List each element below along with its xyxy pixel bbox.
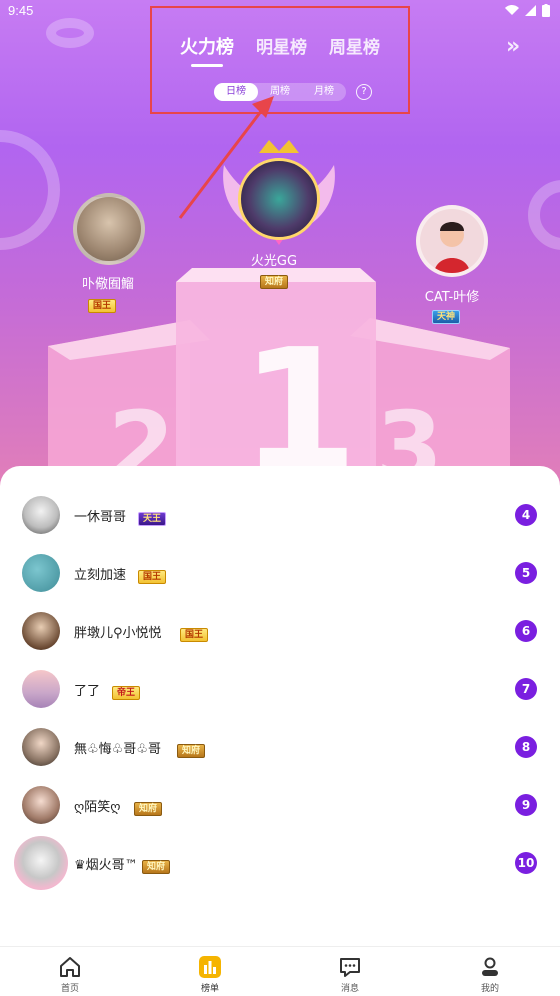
ranking-row[interactable]: 一休哥哥 天王 4 — [0, 486, 560, 544]
podium-rank-1: 1 — [240, 313, 358, 490]
avatar-rank-1[interactable] — [238, 158, 320, 240]
badge-wrap: 天王 — [138, 506, 167, 526]
rank-3-badge-wrap: 天神 — [432, 304, 461, 324]
avatar-rank-2[interactable] — [73, 193, 145, 265]
tab-daily[interactable]: 日榜 — [214, 83, 258, 101]
level-badge: 知府 — [142, 860, 171, 874]
rank-number: 5 — [515, 562, 537, 584]
rank-3-name: CAT-叶修 — [424, 290, 480, 305]
level-badge: 国王 — [180, 628, 209, 642]
nav-label: 榜单 — [200, 984, 219, 994]
user-name: ♛烟火哥™ — [74, 858, 138, 873]
level-badge: 国王 — [138, 570, 167, 584]
rank-number: 7 — [515, 678, 537, 700]
ranking-row[interactable]: ♛烟火哥™ 知府 10 — [0, 834, 560, 892]
message-icon — [340, 958, 360, 977]
badge-wrap: 国王 — [138, 564, 167, 584]
rank-number: 6 — [515, 620, 537, 642]
nav-messages[interactable]: 消息 — [280, 947, 420, 996]
level-badge: 知府 — [177, 744, 206, 758]
help-icon[interactable]: ? — [356, 84, 372, 100]
badge-wrap: 国王 — [180, 622, 209, 642]
avatar-rank-3[interactable] — [416, 205, 488, 277]
active-tab-indicator — [191, 64, 223, 67]
avatar[interactable] — [22, 786, 60, 824]
avatar[interactable] — [22, 728, 60, 766]
nav-ranking[interactable]: 榜单 — [140, 947, 280, 996]
ranking-row[interactable]: 立刻加速 国王 5 — [0, 544, 560, 602]
rank-number: 4 — [515, 504, 537, 526]
ranking-row[interactable]: ღ陌笑ღ 知府 9 — [0, 776, 560, 834]
rank-number: 8 — [515, 736, 537, 758]
level-badge: 帝王 — [112, 686, 141, 700]
status-icons — [505, 4, 550, 17]
tab-fire-ranking[interactable]: 火力榜 — [180, 33, 234, 59]
rank-1-badge: 知府 — [260, 275, 289, 289]
tab-weekly[interactable]: 周榜 — [258, 83, 302, 101]
avatar[interactable] — [14, 836, 68, 890]
rank-2-badge-wrap: 国王 — [88, 293, 117, 313]
nav-label: 我的 — [480, 984, 499, 994]
ranking-row[interactable]: 胖墩儿⚲小悦悦 国王 6 — [0, 602, 560, 660]
profile-icon — [482, 957, 498, 976]
period-tabs: 日榜 周榜 月榜 — [214, 83, 346, 101]
ranking-list: 一休哥哥 天王 4 立刻加速 国王 5 胖墩儿⚲小悦悦 国王 6 了了 帝王 7… — [0, 466, 560, 946]
user-name: 胖墩儿⚲小悦悦 — [74, 626, 162, 641]
avatar[interactable] — [22, 670, 60, 708]
tab-monthly[interactable]: 月榜 — [302, 83, 346, 101]
level-badge: 天王 — [138, 512, 167, 526]
user-name: ღ陌笑ღ — [74, 800, 121, 815]
rank-1-badge-wrap: 知府 — [260, 269, 289, 289]
rank-2-badge: 国王 — [88, 299, 117, 313]
tab-star-ranking[interactable]: 明星榜 — [256, 33, 307, 59]
ranking-row[interactable]: 了了 帝王 7 — [0, 660, 560, 718]
ranking-row[interactable]: 無♧悔♧哥♧哥 知府 8 — [0, 718, 560, 776]
badge-wrap: 知府 — [177, 738, 206, 758]
avatar[interactable] — [22, 612, 60, 650]
nav-label: 首页 — [60, 984, 79, 994]
chart-icon — [199, 956, 221, 978]
user-name: 無♧悔♧哥♧哥 — [74, 742, 161, 757]
badge-wrap: 帝王 — [112, 680, 141, 700]
rank-number: 9 — [515, 794, 537, 816]
user-name: 一休哥哥 — [74, 510, 127, 525]
nav-home[interactable]: 首页 — [0, 947, 140, 996]
avatar[interactable] — [22, 554, 60, 592]
rank-1-name: 火光GG — [250, 254, 298, 269]
badge-wrap: 知府 — [142, 854, 171, 874]
wifi-icon — [505, 5, 519, 15]
signal-icon — [525, 5, 536, 16]
bottom-nav: 首页 榜单 消息 我的 — [0, 946, 560, 996]
rank-number: 10 — [515, 852, 537, 874]
tab-weekly-star[interactable]: 周星榜 — [329, 33, 380, 59]
avatar[interactable] — [22, 496, 60, 534]
battery-icon — [542, 4, 550, 17]
badge-wrap: 知府 — [134, 796, 163, 816]
rank-2-name: 卟儆囿鰡 — [81, 277, 134, 292]
user-name: 了了 — [74, 684, 101, 699]
nav-label: 消息 — [340, 984, 359, 994]
rank-3-badge: 天神 — [432, 310, 461, 324]
home-icon — [60, 957, 80, 977]
double-chevron-right-icon[interactable]: » — [506, 34, 520, 59]
level-badge: 知府 — [134, 802, 163, 816]
user-name: 立刻加速 — [74, 568, 127, 583]
nav-profile[interactable]: 我的 — [420, 947, 560, 996]
status-time: 9:45 — [8, 3, 34, 18]
main-tabs: 火力榜 明星榜 周星榜 — [150, 33, 410, 59]
